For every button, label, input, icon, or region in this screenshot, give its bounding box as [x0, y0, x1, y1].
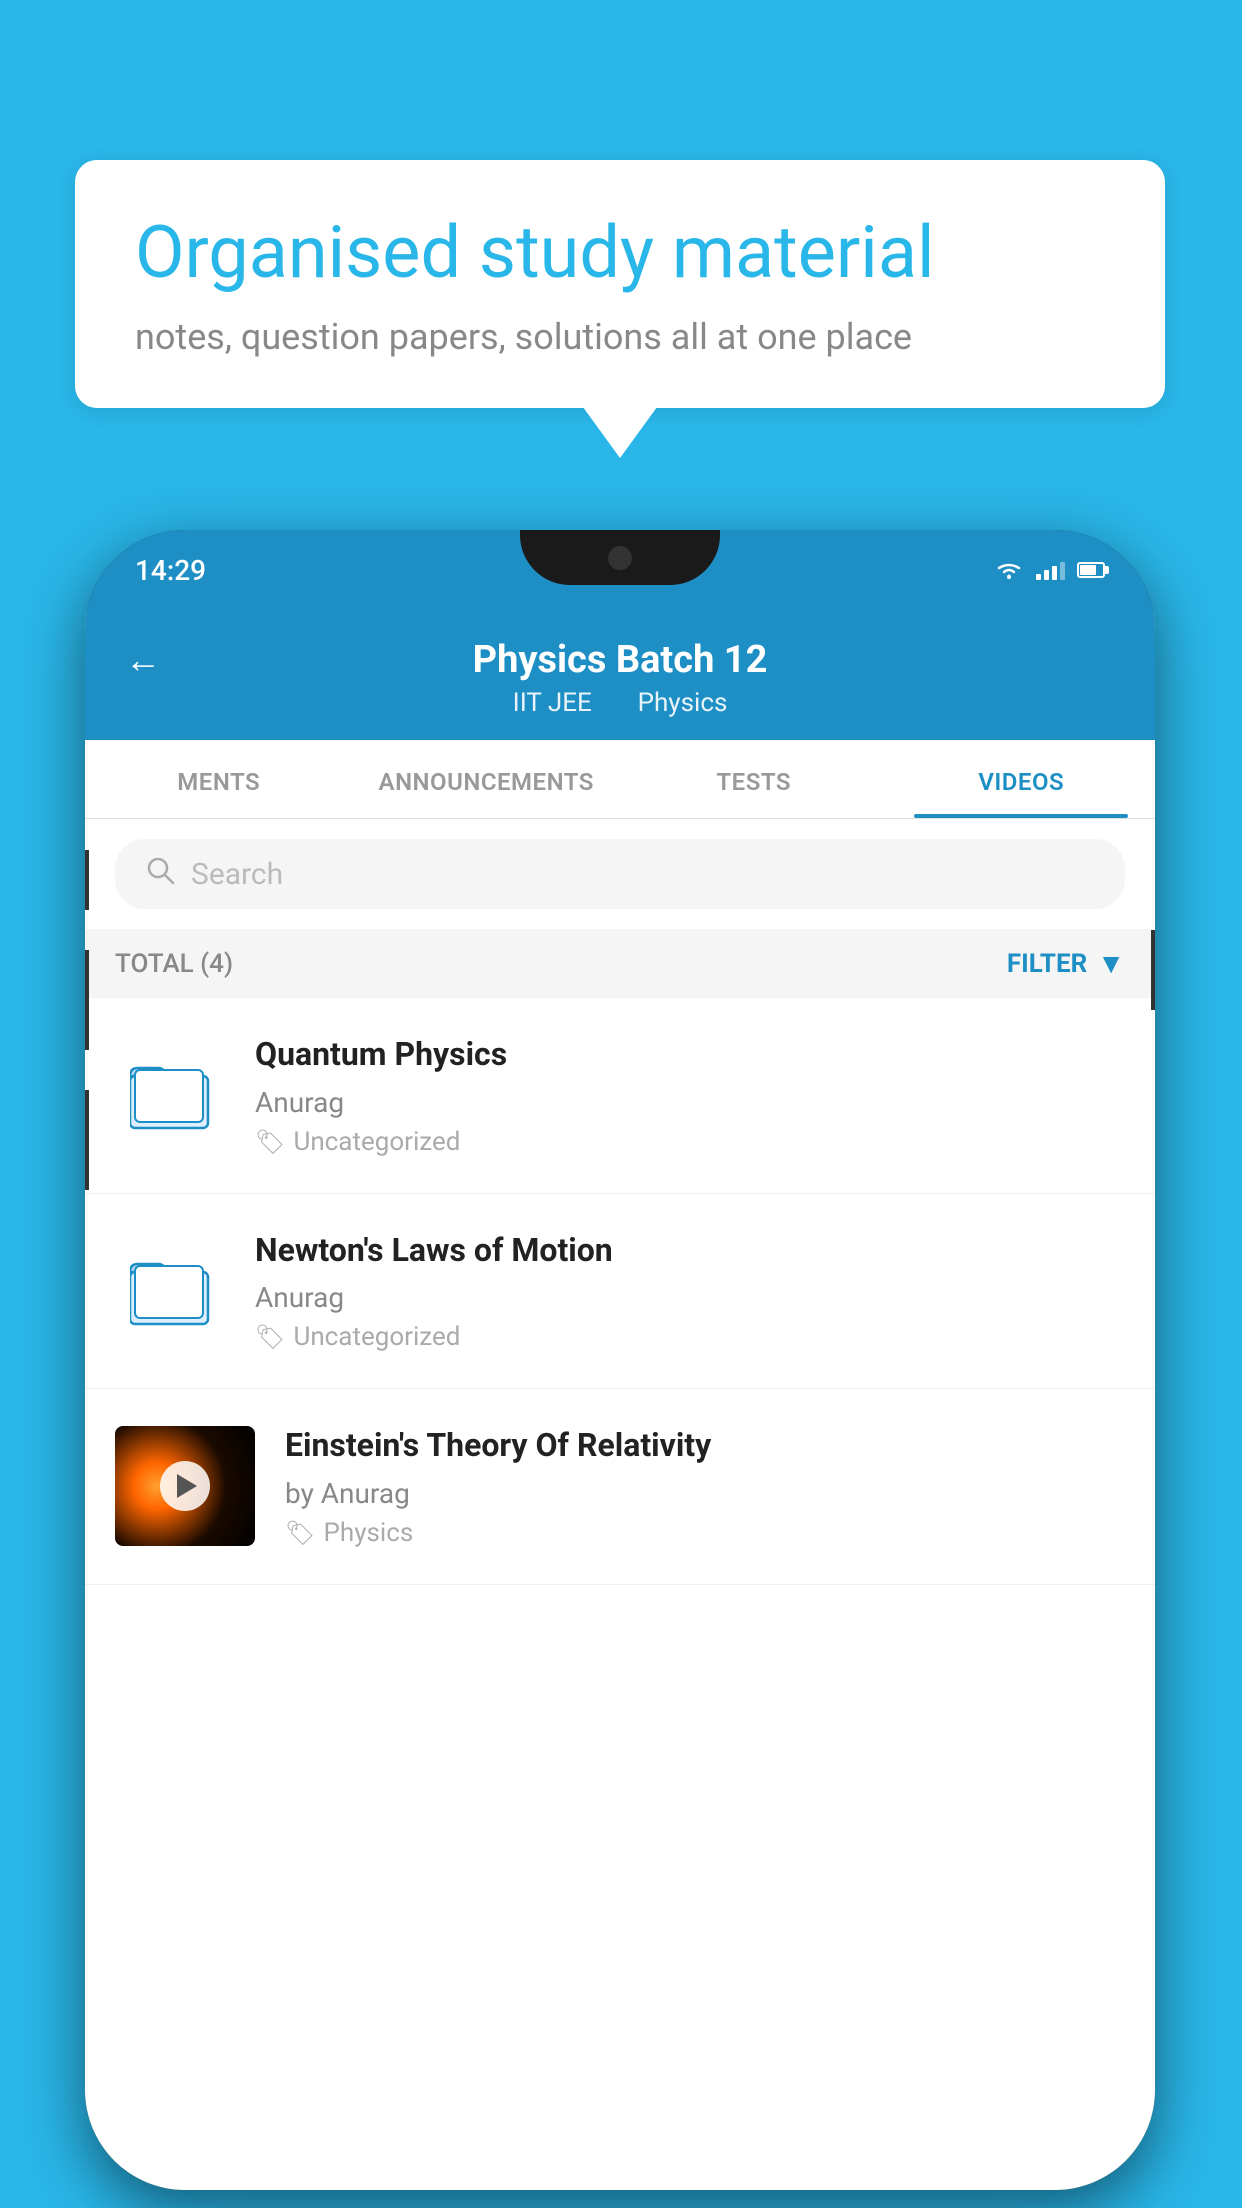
filter-bar: TOTAL (4) FILTER ▼ — [85, 929, 1155, 998]
list-item[interactable]: Einstein's Theory Of Relativity by Anura… — [85, 1389, 1155, 1585]
tag-icon: 🏷 — [255, 1323, 285, 1351]
phone-notch — [520, 530, 720, 585]
wifi-icon — [994, 558, 1024, 582]
phone-screen: ← Physics Batch 12 IIT JEE Physics MENTS… — [85, 610, 1155, 2190]
subtitle-physics: Physics — [638, 688, 728, 718]
power-button — [1151, 930, 1155, 1010]
search-bar[interactable]: Search — [115, 839, 1125, 909]
signal-icon — [1036, 560, 1065, 580]
folder-icon-wrap-2 — [115, 1256, 225, 1326]
status-bar: 14:29 — [85, 530, 1155, 610]
filter-icon: ▼ — [1097, 947, 1125, 980]
tag-label-1: Uncategorized — [293, 1127, 460, 1157]
tab-announcements[interactable]: ANNOUNCEMENTS — [353, 740, 621, 818]
video-title-3: Einstein's Theory Of Relativity — [285, 1425, 1125, 1467]
video-list: Quantum Physics Anurag 🏷 Uncategorized — [85, 998, 1155, 1585]
tag-label-3: Physics — [323, 1518, 413, 1548]
folder-icon-wrap-1 — [115, 1060, 225, 1130]
folder-icon — [130, 1060, 210, 1130]
video-thumbnail-3 — [115, 1426, 255, 1546]
volume-up-button — [85, 850, 89, 910]
video-info-1: Quantum Physics Anurag 🏷 Uncategorized — [255, 1034, 1125, 1157]
volume-down-button — [85, 950, 89, 1050]
search-icon — [145, 855, 175, 893]
speech-bubble: Organised study material notes, question… — [75, 160, 1165, 408]
screen-title: Physics Batch 12 — [473, 638, 768, 682]
screen-subtitle: IIT JEE Physics — [503, 688, 738, 718]
video-author-1: Anurag — [255, 1086, 1125, 1119]
folder-icon — [130, 1256, 210, 1326]
tag-icon: 🏷 — [285, 1519, 315, 1547]
battery-icon — [1077, 562, 1105, 578]
bubble-title: Organised study material — [135, 210, 1105, 296]
tag-label-2: Uncategorized — [293, 1322, 460, 1352]
video-title-1: Quantum Physics — [255, 1034, 1125, 1076]
tab-videos[interactable]: VIDEOS — [888, 740, 1156, 818]
list-item[interactable]: Quantum Physics Anurag 🏷 Uncategorized — [85, 998, 1155, 1194]
video-info-2: Newton's Laws of Motion Anurag 🏷 Uncateg… — [255, 1230, 1125, 1353]
video-tag-1: 🏷 Uncategorized — [255, 1127, 1125, 1157]
silent-button — [85, 1090, 89, 1190]
phone-frame: 14:29 — [85, 530, 1155, 2190]
video-title-2: Newton's Laws of Motion — [255, 1230, 1125, 1272]
video-tag-2: 🏷 Uncategorized — [255, 1322, 1125, 1352]
tag-icon: 🏷 — [255, 1128, 285, 1156]
status-icons — [994, 558, 1105, 582]
filter-label: FILTER — [1007, 949, 1087, 979]
tabs-bar: MENTS ANNOUNCEMENTS TESTS VIDEOS — [85, 740, 1155, 819]
video-author-2: Anurag — [255, 1281, 1125, 1314]
tab-tests[interactable]: TESTS — [620, 740, 888, 818]
video-info-3: Einstein's Theory Of Relativity by Anura… — [285, 1425, 1125, 1548]
video-author-3: by Anurag — [285, 1477, 1125, 1510]
play-button[interactable] — [160, 1461, 210, 1511]
search-placeholder: Search — [191, 857, 283, 892]
video-tag-3: 🏷 Physics — [285, 1518, 1125, 1548]
tab-ments[interactable]: MENTS — [85, 740, 353, 818]
total-count: TOTAL (4) — [115, 949, 233, 979]
bubble-subtitle: notes, question papers, solutions all at… — [135, 316, 1105, 358]
status-time: 14:29 — [135, 554, 206, 587]
back-button[interactable]: ← — [125, 639, 161, 681]
search-container: Search — [85, 819, 1155, 929]
play-triangle-icon — [177, 1474, 197, 1498]
subtitle-iitjee: IIT JEE — [513, 688, 592, 718]
filter-button[interactable]: FILTER ▼ — [1007, 947, 1125, 980]
camera — [608, 546, 632, 570]
app-header: ← Physics Batch 12 IIT JEE Physics — [85, 610, 1155, 740]
list-item[interactable]: Newton's Laws of Motion Anurag 🏷 Uncateg… — [85, 1194, 1155, 1390]
